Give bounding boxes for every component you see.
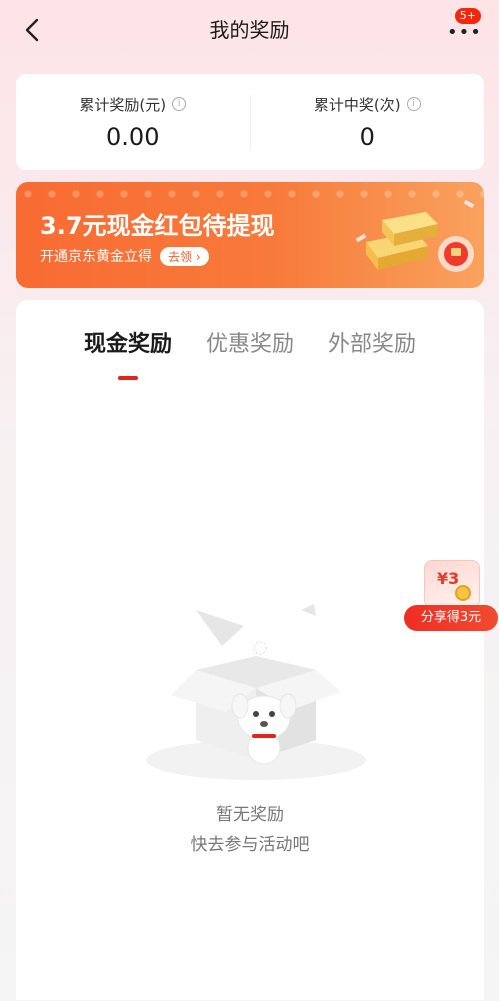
more-dots-icon: ••• bbox=[447, 22, 482, 43]
navbar: 我的奖励 ••• 5+ bbox=[0, 0, 499, 60]
promo-title: 3.7元现金红包待提现 bbox=[40, 212, 275, 240]
tab-cash-reward[interactable]: 现金奖励 bbox=[83, 326, 172, 380]
info-icon[interactable]: i bbox=[172, 97, 187, 111]
stat-value: 0 bbox=[359, 122, 375, 151]
stat-total-reward: 累计奖励(元) i 0.00 bbox=[16, 74, 250, 170]
notification-badge: 5+ bbox=[454, 8, 481, 24]
empty-subtitle: 快去参与活动吧 bbox=[190, 835, 310, 855]
promo-banner[interactable]: 3.7元现金红包待提现 开通京东黄金立得 去领 › bbox=[16, 182, 484, 288]
red-envelope-icon: ¥3 bbox=[424, 560, 480, 608]
stat-label: 累计奖励(元) i bbox=[79, 94, 187, 115]
tab-label: 现金奖励 bbox=[83, 332, 172, 357]
stat-label: 累计中奖(次) i bbox=[314, 94, 421, 115]
gold-bars-icon bbox=[356, 199, 475, 272]
share-label: 分享得3元 bbox=[404, 605, 498, 631]
tab-coupon-reward[interactable]: 优惠奖励 bbox=[206, 326, 294, 358]
more-button[interactable]: ••• 5+ bbox=[441, 8, 481, 46]
claim-button[interactable]: 去领 › bbox=[160, 246, 209, 266]
empty-box-dog-illustration bbox=[146, 604, 366, 780]
tab-label: 外部奖励 bbox=[328, 332, 417, 357]
stat-value: 0.00 bbox=[106, 122, 160, 151]
stats-card: 累计奖励(元) i 0.00 累计中奖(次) i 0 bbox=[16, 74, 484, 170]
tab-label: 优惠奖励 bbox=[205, 332, 294, 357]
info-icon[interactable]: i bbox=[406, 97, 421, 111]
share-reward-float[interactable]: ¥3 分享得3元 bbox=[402, 560, 498, 632]
tab-external-reward[interactable]: 外部奖励 bbox=[328, 326, 416, 358]
rewards-panel: 现金奖励 优惠奖励 外部奖励 暂无奖励 快去参与活动吧 bbox=[16, 300, 484, 1000]
coin-icon bbox=[455, 585, 471, 601]
stat-label-text: 累计中奖(次) bbox=[313, 95, 401, 114]
page-title: 我的奖励 bbox=[209, 18, 290, 42]
promo-subtitle-text: 开通京东黄金立得 bbox=[40, 249, 152, 265]
envelope-amount: ¥3 bbox=[437, 569, 460, 588]
tab-underline bbox=[117, 376, 138, 380]
stat-total-wins: 累计中奖(次) i 0 bbox=[251, 74, 485, 170]
stat-label-text: 累计奖励(元) bbox=[79, 95, 167, 114]
reward-tabs: 现金奖励 优惠奖励 外部奖励 bbox=[16, 326, 484, 380]
promo-subtitle: 开通京东黄金立得 去领 › bbox=[40, 246, 209, 266]
empty-title: 暂无奖励 bbox=[216, 805, 284, 825]
